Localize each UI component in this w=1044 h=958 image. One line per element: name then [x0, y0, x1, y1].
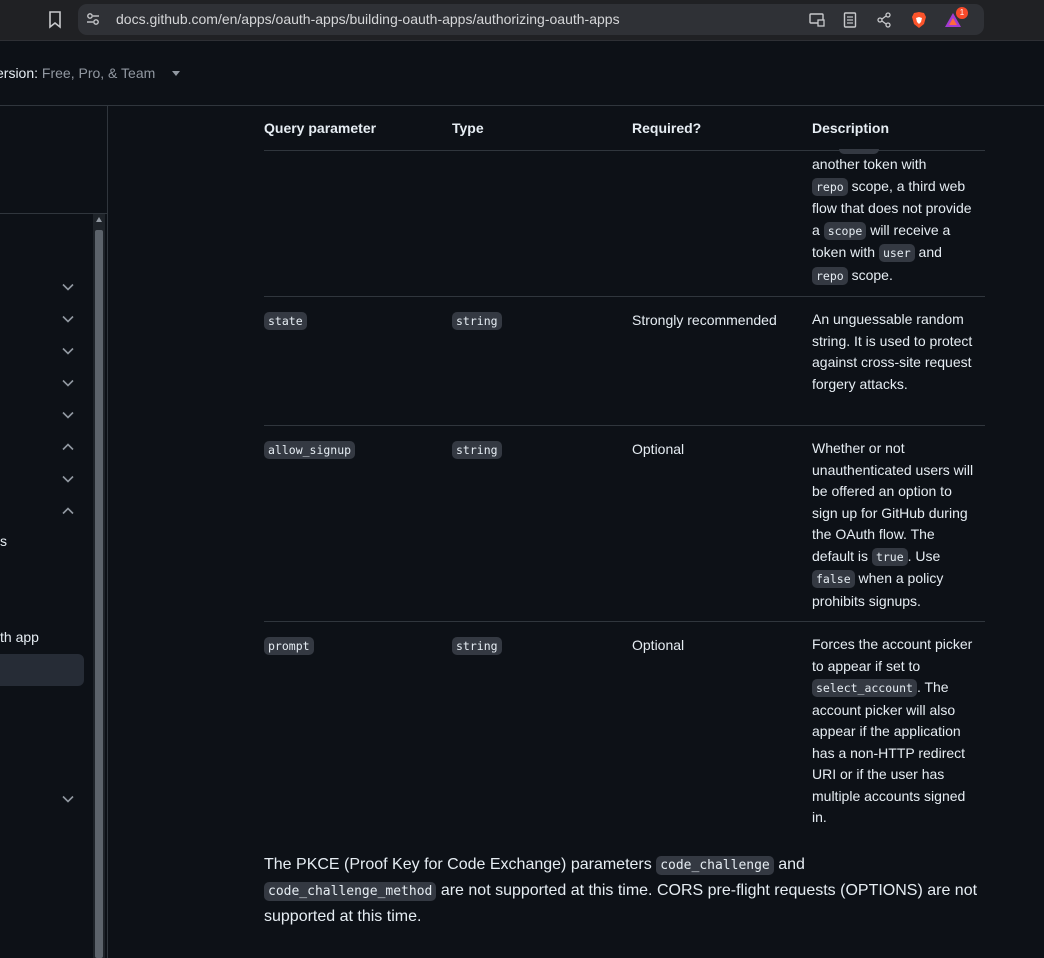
scrollbar-thumb[interactable]	[95, 230, 103, 958]
sidebar-scrollbar[interactable]	[93, 214, 105, 958]
scroll-up-arrow-icon[interactable]	[96, 217, 102, 222]
description-cell: another token with repo scope, a third w…	[812, 154, 980, 287]
sidebar-item-label[interactable]: th app	[0, 629, 39, 645]
chevron-down-icon[interactable]	[62, 795, 74, 803]
inline-code: repo	[812, 266, 848, 285]
chevron-down-icon[interactable]	[62, 283, 74, 291]
column-header: Required?	[632, 120, 702, 136]
column-header: Type	[452, 120, 484, 136]
cast-icon[interactable]	[808, 11, 826, 29]
row-divider	[264, 425, 985, 426]
table-header: Query parameter Type Required? Descripti…	[264, 106, 985, 151]
docs-header: ersion: Free, Pro, & Team	[0, 41, 1044, 106]
rewards-badge: 1	[956, 7, 968, 19]
param-name: state	[264, 312, 307, 330]
address-bar[interactable]: docs.github.com/en/apps/oauth-apps/build…	[78, 4, 984, 35]
version-label: ersion:	[0, 65, 42, 81]
description-cell: An unguessable random string. It is used…	[812, 311, 973, 392]
description-text: Forces the account picker to appear if s…	[812, 636, 973, 674]
inline-code: user	[878, 244, 915, 262]
description-cell: Whether or not unauthenticated users wil…	[812, 438, 980, 612]
column-header: Description	[812, 120, 890, 136]
version-picker[interactable]: ersion: Free, Pro, & Team	[0, 65, 155, 81]
chevron-down-icon[interactable]	[62, 347, 74, 355]
chevron-up-icon[interactable]	[62, 507, 74, 515]
reader-mode-icon[interactable]	[841, 11, 859, 29]
table-row: prompt	[264, 637, 314, 655]
browser-toolbar: docs.github.com/en/apps/oauth-apps/build…	[0, 0, 1044, 41]
paragraph-text: The PKCE (Proof Key for Code Exchange) p…	[264, 856, 657, 873]
description-text: Whether or not unauthenticated users wil…	[812, 440, 974, 564]
brave-shields-icon[interactable]	[910, 11, 928, 29]
description-text: . Use	[907, 547, 941, 564]
sidebar-divider	[0, 213, 107, 214]
param-type: string	[452, 441, 502, 459]
inline-code: code_challenge_method	[264, 882, 437, 901]
description-text: . The account picker will also appear if…	[812, 679, 966, 825]
param-type: string	[452, 637, 502, 655]
chevron-up-icon[interactable]	[62, 443, 74, 451]
sidebar	[0, 106, 108, 958]
site-settings-icon[interactable]	[86, 12, 100, 26]
inline-code: true	[871, 547, 908, 566]
required-cell: Optional	[632, 441, 685, 457]
chevron-down-icon[interactable]	[62, 379, 74, 387]
bookmark-icon[interactable]	[46, 10, 64, 30]
chevron-down-icon[interactable]	[62, 475, 74, 483]
chevron-down-icon[interactable]	[62, 315, 74, 323]
required-cell: Optional	[632, 637, 685, 653]
sidebar-item-label[interactable]: s	[0, 533, 7, 549]
version-value: Free, Pro, & Team	[41, 65, 156, 81]
description-cell: Forces the account picker to appear if s…	[812, 634, 980, 829]
inline-code: scope	[823, 221, 867, 240]
required-cell: Strongly recommended	[632, 312, 777, 328]
inline-code: false	[812, 570, 855, 588]
table-row: allow_signup	[264, 441, 356, 459]
row-divider	[264, 296, 985, 297]
row-divider	[264, 621, 985, 622]
url-text[interactable]: docs.github.com/en/apps/oauth-apps/build…	[116, 11, 620, 27]
description-text: scope.	[847, 266, 893, 283]
param-name: prompt	[264, 637, 314, 655]
inline-code: repo	[812, 177, 848, 196]
param-type: string	[452, 312, 502, 330]
inline-code: select_account	[812, 679, 917, 697]
sidebar-item-active[interactable]	[0, 654, 84, 686]
paragraph-text: and	[773, 856, 805, 873]
description-text: and	[914, 244, 942, 260]
share-icon[interactable]	[875, 11, 893, 29]
column-header: Query parameter	[264, 120, 377, 136]
param-name: allow_signup	[264, 441, 356, 459]
chevron-down-icon[interactable]	[62, 411, 74, 419]
pkce-note: The PKCE (Proof Key for Code Exchange) p…	[264, 852, 986, 929]
inline-code: code_challenge	[656, 856, 774, 875]
brave-rewards-icon[interactable]: 1	[944, 7, 968, 29]
description-text: another token with	[812, 156, 927, 172]
table-row: state	[264, 312, 307, 330]
caret-down-icon[interactable]	[172, 71, 180, 76]
